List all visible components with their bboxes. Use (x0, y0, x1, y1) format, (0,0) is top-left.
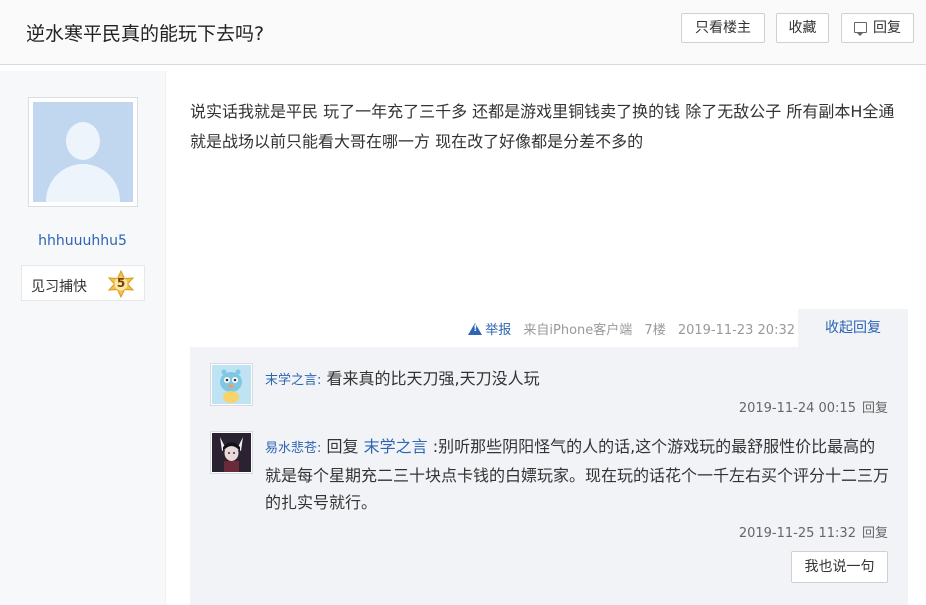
level-star-badge-icon: 5 (107, 270, 135, 298)
speech-bubble-icon (854, 22, 867, 36)
comment-time: 2019-11-24 00:15 (738, 401, 856, 416)
comment-text: 看来真的比天刀强,天刀没人玩 (326, 369, 540, 388)
author-avatar[interactable] (28, 97, 138, 207)
post-meta: 举报 来自iPhone客户端 7楼 2019-11-23 20:32 收起回复 (190, 309, 908, 347)
thread-header: 逆水寒平民真的能玩下去吗? 只看楼主 收藏 回复 (0, 0, 926, 65)
post-floor: 7楼 (644, 323, 666, 338)
dark-figure-avatar-icon (212, 433, 251, 472)
comment-text: :别听那些阴阳怪气的人的话,这个游戏玩的最舒服性价比最高的就是每个星期充二三十块… (265, 437, 890, 512)
comment-time: 2019-11-25 11:32 (738, 526, 856, 541)
collapse-replies-tab[interactable]: 收起回复 (798, 309, 908, 347)
favorite-button[interactable]: 收藏 (776, 13, 829, 43)
comment-reply-link[interactable]: 回复 (862, 401, 888, 416)
comment-meta: 2019-11-25 11:32 回复 (739, 522, 888, 541)
thread-title: 逆水寒平民真的能玩下去吗? (26, 23, 265, 45)
default-avatar-icon (33, 102, 133, 202)
post-source: 来自iPhone客户端 (523, 323, 633, 338)
post-time: 2019-11-23 20:32 (677, 323, 795, 338)
author-username[interactable]: hhhuuuhhu5 (0, 233, 165, 249)
post-content: 说实话我就是平民 玩了一年充了三千多 还都是游戏里铜钱卖了换的钱 除了无敌公子 … (190, 102, 895, 151)
reply-thread: 末学之言: 看来真的比天刀强,天刀没人玩 2019-11-24 00:15 回复 … (190, 347, 908, 605)
add-comment-button[interactable]: 我也说一句 (791, 551, 888, 583)
level-number: 5 (116, 276, 126, 290)
commenter-avatar[interactable] (210, 431, 253, 474)
comment-reply-prefix: 回复 (326, 437, 359, 456)
report-link[interactable]: 举报 (468, 323, 511, 338)
author-level[interactable]: 见习捕快 5 (21, 265, 145, 301)
commenter-avatar[interactable] (210, 363, 253, 406)
comment-reply-link[interactable]: 回复 (862, 526, 888, 541)
cartoon-cat-avatar-icon (212, 365, 251, 404)
comment-body: 易水悲苍: 回复 末学之言 :别听那些阴阳怪气的人的话,这个游戏玩的最舒服性价比… (265, 433, 890, 516)
comment-reply-to[interactable]: 末学之言 (364, 437, 428, 456)
comment-body: 末学之言: 看来真的比天刀强,天刀没人玩 (265, 365, 890, 394)
report-label: 举报 (485, 323, 512, 338)
warning-icon (468, 323, 483, 335)
list-item: 易水悲苍: 回复 末学之言 :别听那些阴阳怪气的人的话,这个游戏玩的最舒服性价比… (190, 431, 908, 541)
comment-username[interactable]: 末学之言: (265, 373, 321, 388)
reply-button[interactable]: 回复 (841, 13, 914, 43)
reply-button-label: 回复 (873, 20, 901, 36)
level-name: 见习捕快 (31, 279, 87, 295)
list-item: 末学之言: 看来真的比天刀强,天刀没人玩 2019-11-24 00:15 回复 (190, 363, 908, 423)
author-sidebar: hhhuuuhhu5 见习捕快 5 (0, 71, 166, 605)
comment-meta: 2019-11-24 00:15 回复 (739, 397, 888, 416)
only-op-button[interactable]: 只看楼主 (681, 13, 765, 43)
comment-username[interactable]: 易水悲苍: (265, 441, 321, 456)
